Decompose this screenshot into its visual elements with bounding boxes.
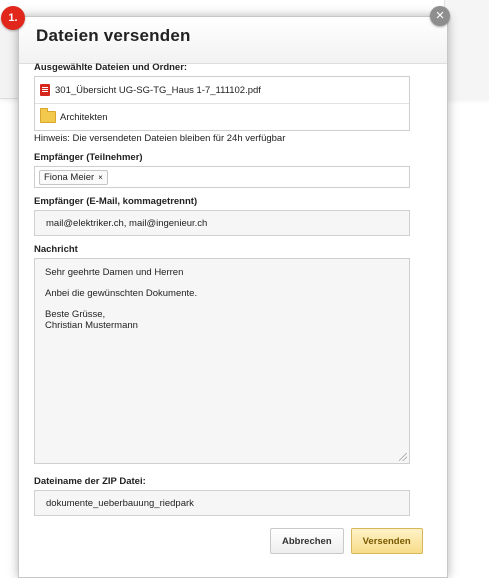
send-button[interactable]: Versenden: [350, 528, 423, 554]
message-line: Anbei die gewünschten Dokumente.: [45, 288, 198, 299]
cancel-button[interactable]: Abbrechen: [270, 528, 344, 554]
email-recipients-input[interactable]: mail@elektriker.ch, mail@ingenieur.ch: [34, 210, 410, 236]
recipient-tag[interactable]: Fiona Meier ×: [39, 169, 108, 185]
folder-icon: [40, 108, 56, 123]
resize-handle[interactable]: [399, 453, 407, 461]
dialog-header: Dateien versenden: [19, 17, 447, 64]
message-label: Nachricht: [34, 244, 78, 255]
step-badge: 1.: [1, 6, 25, 30]
pdf-icon: [40, 84, 50, 96]
message-textarea[interactable]: Sehr geehrte Damen und Herren Anbei die …: [34, 258, 410, 464]
zip-name-input[interactable]: dokumente_ueberbauung_riedpark: [34, 490, 410, 516]
file-name: 301_Übersicht UG-SG-TG_Haus 1-7_111102.p…: [55, 84, 261, 96]
message-line: Sehr geehrte Damen und Herren: [45, 267, 184, 278]
recipients-label: Empfänger (Teilnehmer): [34, 152, 143, 163]
email-recipients-label: Empfänger (E-Mail, kommagetrennt): [34, 196, 198, 207]
recipient-tag-name: Fiona Meier: [44, 171, 95, 183]
dialog-title: Dateien versenden: [36, 26, 191, 45]
dialog-content: Ausgewählte Dateien und Ordner: 301_Über…: [34, 62, 410, 516]
file-list: 301_Übersicht UG-SG-TG_Haus 1-7_111102.p…: [34, 76, 410, 131]
remove-tag-icon[interactable]: ×: [98, 173, 103, 182]
folder-item[interactable]: Architekten: [35, 103, 409, 130]
selected-files-label: Ausgewählte Dateien und Ordner:: [34, 62, 188, 73]
file-item[interactable]: 301_Übersicht UG-SG-TG_Haus 1-7_111102.p…: [35, 77, 409, 103]
close-button[interactable]: ×: [430, 6, 450, 26]
folder-name: Architekten: [60, 111, 108, 123]
zip-name-label: Dateiname der ZIP Datei:: [34, 476, 146, 487]
recipients-input[interactable]: Fiona Meier ×: [34, 166, 410, 188]
availability-hint: Hinweis: Die versendeten Dateien bleiben…: [34, 133, 286, 144]
message-line: Beste Grüsse, Christian Mustermann: [45, 309, 138, 331]
dialog-actions: Abbrechen Versenden: [270, 528, 423, 554]
background-panel-right: [444, 0, 489, 100]
